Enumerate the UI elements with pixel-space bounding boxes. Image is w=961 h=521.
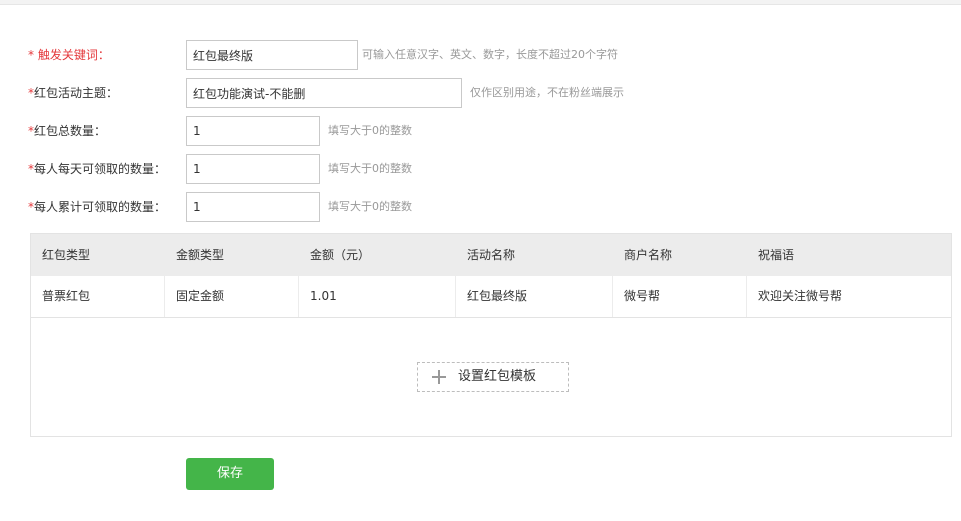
cell-packet-type: 普票红包	[31, 276, 165, 317]
required-mark: *	[28, 48, 38, 62]
total-row: *红包总数量： 填写大于0的整数	[0, 116, 961, 146]
table-header: 红包类型 金额类型 金额（元） 活动名称 商户名称 祝福语	[31, 234, 951, 276]
header-activity-name: 活动名称	[467, 248, 516, 262]
cell-activity-name: 红包最终版	[456, 276, 613, 317]
cumulative-quantity-input[interactable]	[186, 192, 320, 222]
header-merchant-name: 商户名称	[624, 248, 673, 262]
total-label: *红包总数量：	[28, 124, 107, 138]
header-amount: 金额（元）	[310, 248, 371, 262]
keyword-hint: 可输入任意汉字、英文、数字，长度不超过20个字符	[362, 48, 618, 61]
set-template-label: 设置红包模板	[458, 369, 537, 384]
theme-row: *红包活动主题： 仅作区别用途，不在粉丝端展示	[0, 78, 961, 108]
theme-label: *红包活动主题：	[28, 86, 119, 100]
daily-quantity-input[interactable]	[186, 154, 320, 184]
keyword-label: * 触发关键词：	[28, 48, 110, 62]
red-packet-table: 红包类型 金额类型 金额（元） 活动名称 商户名称 祝福语 普票红包 固定金额 …	[30, 233, 952, 437]
daily-label: *每人每天可领取的数量：	[28, 162, 167, 176]
theme-hint: 仅作区别用途，不在粉丝端展示	[470, 86, 624, 99]
theme-input[interactable]	[186, 78, 462, 108]
header-amount-type: 金额类型	[176, 248, 225, 262]
daily-hint: 填写大于0的整数	[328, 162, 412, 175]
save-button[interactable]: 保存	[186, 458, 274, 490]
keyword-row: * 触发关键词： 可输入任意汉字、英文、数字，长度不超过20个字符	[0, 40, 961, 70]
total-quantity-input[interactable]	[186, 116, 320, 146]
cell-blessing: 欢迎关注微号帮	[758, 289, 843, 303]
cumulative-row: *每人累计可领取的数量： 填写大于0的整数	[0, 192, 961, 222]
plus-icon	[432, 370, 446, 384]
keyword-input[interactable]	[186, 40, 358, 70]
cell-amount: 1.01	[299, 276, 456, 317]
set-template-button[interactable]: 设置红包模板	[417, 362, 569, 392]
header-packet-type: 红包类型	[42, 248, 91, 262]
table-row: 普票红包 固定金额 1.01 红包最终版 微号帮 欢迎关注微号帮	[31, 276, 951, 318]
total-hint: 填写大于0的整数	[328, 124, 412, 137]
cell-merchant-name: 微号帮	[613, 276, 747, 317]
cumulative-label: *每人累计可领取的数量：	[28, 200, 167, 214]
daily-row: *每人每天可领取的数量： 填写大于0的整数	[0, 154, 961, 184]
form-panel: * 触发关键词： 可输入任意汉字、英文、数字，长度不超过20个字符 *红包活动主…	[0, 4, 961, 521]
cell-amount-type: 固定金额	[165, 276, 299, 317]
header-blessing: 祝福语	[758, 248, 795, 262]
cumulative-hint: 填写大于0的整数	[328, 200, 412, 213]
